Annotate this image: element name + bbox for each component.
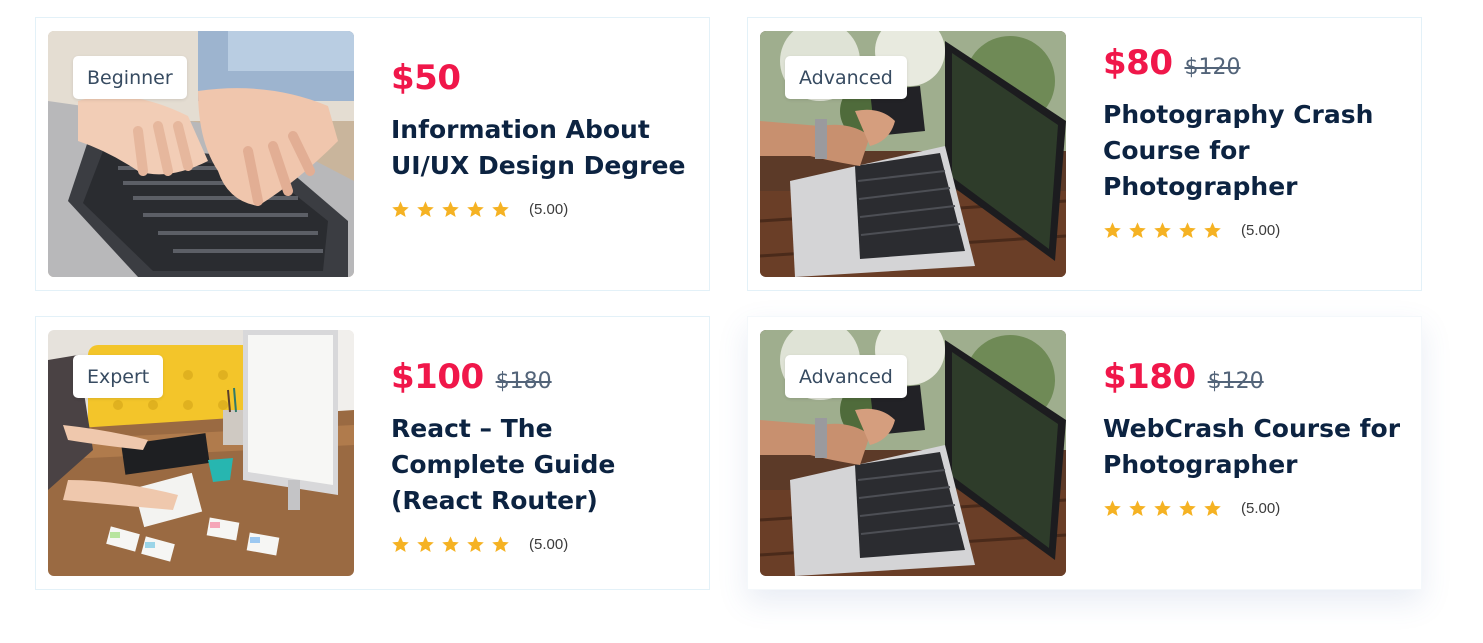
price-line: $50 — [391, 58, 691, 98]
star-icon — [1204, 500, 1221, 517]
rating-value: (5.00) — [529, 201, 569, 218]
star-icon — [1154, 222, 1171, 239]
course-card[interactable]: Expert $100 $180 React – The Complete Gu… — [35, 316, 710, 590]
star-rating — [391, 535, 510, 554]
course-title[interactable]: Information About UI/UX Design Degree — [391, 112, 691, 184]
rating: (5.00) — [1103, 221, 1403, 240]
course-thumbnail-desk-drawing[interactable]: Expert — [48, 330, 354, 576]
price: $80 — [1103, 43, 1173, 83]
course-card[interactable]: Advanced $80 $120 Photography Crash Cour… — [747, 17, 1422, 291]
price: $50 — [391, 58, 461, 98]
rating-value: (5.00) — [529, 536, 569, 553]
course-title[interactable]: React – The Complete Guide (React Router… — [391, 411, 691, 519]
star-icon — [1129, 500, 1146, 517]
rating-value: (5.00) — [1241, 222, 1281, 239]
rating-value: (5.00) — [1241, 500, 1281, 517]
star-icon — [1104, 222, 1121, 239]
course-thumbnail-laptop-typing[interactable]: Beginner — [48, 31, 354, 277]
star-rating — [1103, 499, 1222, 518]
star-icon — [492, 201, 509, 218]
course-card[interactable]: Beginner $50 Information About UI/UX Des… — [35, 17, 710, 291]
star-icon — [442, 201, 459, 218]
course-title[interactable]: Photography Crash Course for Photographe… — [1103, 97, 1403, 205]
star-rating — [391, 200, 510, 219]
old-price: $120 — [1184, 55, 1241, 80]
level-badge: Beginner — [73, 56, 187, 99]
star-icon — [1104, 500, 1121, 517]
course-title[interactable]: WebCrash Course for Photographer — [1103, 411, 1403, 483]
price-line: $80 $120 — [1103, 43, 1403, 83]
old-price: $180 — [495, 369, 552, 394]
star-icon — [417, 201, 434, 218]
level-badge: Expert — [73, 355, 164, 398]
rating: (5.00) — [391, 535, 691, 554]
star-icon — [1154, 500, 1171, 517]
star-icon — [392, 536, 409, 553]
rating: (5.00) — [1103, 499, 1403, 518]
old-price: $120 — [1207, 369, 1264, 394]
rating: (5.00) — [391, 200, 691, 219]
star-icon — [1179, 222, 1196, 239]
star-icon — [1204, 222, 1221, 239]
course-card[interactable]: Advanced $180 $120 WebCrash Course for P… — [747, 316, 1422, 590]
star-icon — [1129, 222, 1146, 239]
price: $180 — [1103, 357, 1196, 397]
price-line: $100 $180 — [391, 357, 691, 397]
star-icon — [442, 536, 459, 553]
star-icon — [417, 536, 434, 553]
star-icon — [467, 536, 484, 553]
star-rating — [1103, 221, 1222, 240]
price: $100 — [391, 357, 484, 397]
star-icon — [492, 536, 509, 553]
level-badge: Advanced — [785, 355, 907, 398]
level-badge: Advanced — [785, 56, 907, 99]
course-thumbnail-laptop-phone[interactable]: Advanced — [760, 31, 1066, 277]
star-icon — [467, 201, 484, 218]
star-icon — [1179, 500, 1196, 517]
price-line: $180 $120 — [1103, 357, 1403, 397]
course-thumbnail-laptop-phone[interactable]: Advanced — [760, 330, 1066, 576]
star-icon — [392, 201, 409, 218]
